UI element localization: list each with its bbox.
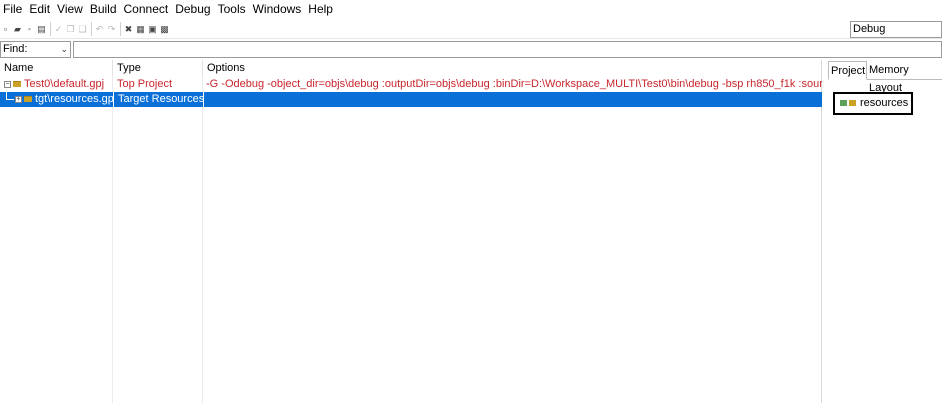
menu-build[interactable]: Build (87, 0, 121, 19)
copy-icon[interactable]: ❐ (65, 22, 76, 36)
menu-edit[interactable]: Edit (26, 0, 54, 19)
folder-icon (24, 96, 32, 103)
project-type: Top Project (117, 78, 173, 90)
menu-file[interactable]: File (0, 0, 26, 19)
toolbar: ▫ ▰ ▪ ▤ ✓ ❐ ❑ ↶ ↷ ✖ ▦ ▣ ▩ Debug (0, 19, 942, 39)
menu-view[interactable]: View (54, 0, 87, 19)
expand-icon[interactable] (840, 100, 847, 107)
paste-icon[interactable]: ❑ (77, 22, 88, 36)
settings-icon[interactable]: ▩ (159, 22, 170, 36)
check-icon[interactable]: ✓ (53, 22, 64, 36)
tree-row-target-resources[interactable]: + tgt\resources.gpj Target Resources (0, 92, 822, 107)
new-file-icon[interactable]: ▫ (0, 22, 11, 36)
column-divider (202, 76, 203, 403)
tree-row-top-project[interactable]: − Test0\default.gpj Top Project -G -Odebu… (0, 77, 822, 92)
tree-connector (6, 92, 14, 100)
toolbar-separator (50, 22, 51, 36)
open-file-icon[interactable]: ▰ (12, 22, 23, 36)
find-bar: Find: ⌄ (0, 40, 942, 60)
project-tree-pane: Name Type Options − Test0\default.gpj Top… (0, 60, 822, 403)
menu-help[interactable]: Help (305, 0, 337, 19)
find-label: Find: (3, 43, 28, 55)
project-name: tgt\resources.gpj (35, 93, 113, 105)
menu-debug[interactable]: Debug (172, 0, 214, 19)
add-item-icon[interactable]: ▦ (135, 22, 146, 36)
folder-icon (849, 100, 856, 107)
toolbar-icons: ▫ ▰ ▪ ▤ ✓ ❐ ❑ ↶ ↷ ✖ ▦ ▣ ▩ (0, 21, 171, 37)
build-config-select[interactable]: Debug (850, 21, 942, 38)
tab-memory-layout[interactable]: Memory Layout (867, 61, 942, 94)
main-area: Name Type Options − Test0\default.gpj Top… (0, 60, 942, 403)
project-options (203, 92, 822, 107)
resources-label: resources (860, 97, 909, 109)
tab-project[interactable]: Project (828, 61, 867, 80)
resources-node[interactable]: resources (833, 92, 913, 115)
toolbar-separator (91, 22, 92, 36)
folder-icon (13, 81, 21, 88)
tree-cell-name: + tgt\resources.gpj (0, 92, 113, 107)
right-pane-tabs: Project Memory Layout (828, 60, 942, 94)
column-header-options[interactable]: Options (203, 60, 822, 76)
expand-icon[interactable]: + (15, 95, 22, 103)
print-icon[interactable]: ▤ (36, 22, 47, 36)
menu-tools[interactable]: Tools (215, 0, 250, 19)
menu-bar: File Edit View Build Connect Debug Tools… (0, 0, 942, 19)
menu-windows[interactable]: Windows (250, 0, 306, 19)
chevron-down-icon[interactable]: ⌄ (60, 42, 68, 57)
column-header-type[interactable]: Type (113, 60, 203, 76)
project-icon[interactable]: ▣ (147, 22, 158, 36)
right-pane: Project Memory Layout resources (828, 60, 942, 403)
redo-icon[interactable]: ↷ (106, 22, 117, 36)
build-tools-icon[interactable]: ✖ (123, 22, 134, 36)
find-mode-combo[interactable]: Find: ⌄ (0, 41, 71, 58)
project-type: Target Resources (113, 92, 203, 107)
tree-cell-name: − Test0\default.gpj (0, 77, 113, 92)
column-divider (112, 76, 113, 403)
find-input[interactable] (73, 41, 942, 58)
undo-icon[interactable]: ↶ (94, 22, 105, 36)
save-icon[interactable]: ▪ (24, 22, 35, 36)
project-name: Test0\default.gpj (24, 78, 105, 90)
column-header-name[interactable]: Name (0, 60, 113, 76)
menu-connect[interactable]: Connect (121, 0, 173, 19)
toolbar-separator (120, 22, 121, 36)
project-options: -G -Odebug -object_dir=objs\debug :outpu… (206, 78, 822, 90)
collapse-icon[interactable]: − (4, 80, 11, 88)
